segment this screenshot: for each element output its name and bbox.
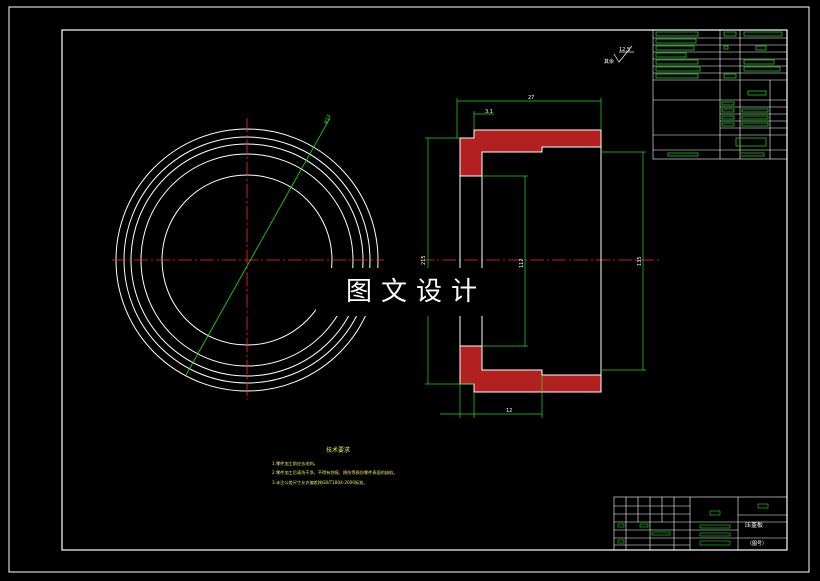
circle-dia-label: φ14 xyxy=(323,114,333,125)
section-hatch-bottom xyxy=(459,345,602,393)
diameter-leader xyxy=(185,117,331,376)
roughness-note: 其余 xyxy=(604,58,614,65)
notes-line-3: 3.未注公差尺寸允许偏差按GB/T1804-2000标准。 xyxy=(272,479,368,486)
section-view: 27 3.1 12 215 112 135 xyxy=(421,95,646,418)
dim-width-top: 27 xyxy=(528,95,534,101)
dim-step: 3.1 xyxy=(485,109,493,115)
notes-line-1: 1.零件加工前应去毛刺。 xyxy=(272,460,318,467)
part-name: 压盖板 xyxy=(745,521,763,529)
watermark-label: 图文设计 xyxy=(316,268,516,316)
dim-bottom: 12 xyxy=(506,408,512,414)
revision-table xyxy=(652,29,788,160)
dim-left-dia: 215 xyxy=(421,255,427,265)
notes-title: 技术要求 xyxy=(326,446,350,454)
section-hatch-top xyxy=(459,129,602,177)
drawing-number: （图号） xyxy=(747,541,767,547)
roughness-value: 12.5 xyxy=(619,47,630,53)
revision-table-placeholders xyxy=(655,31,783,157)
front-centerlines xyxy=(112,118,662,400)
notes-line-2: 2.零件加工后清洗干净，不得有划痕、擦伤等损伤零件表面的缺陷。 xyxy=(272,469,397,476)
dim-mid-dia: 112 xyxy=(519,258,525,268)
dim-right-dia: 135 xyxy=(637,256,643,266)
